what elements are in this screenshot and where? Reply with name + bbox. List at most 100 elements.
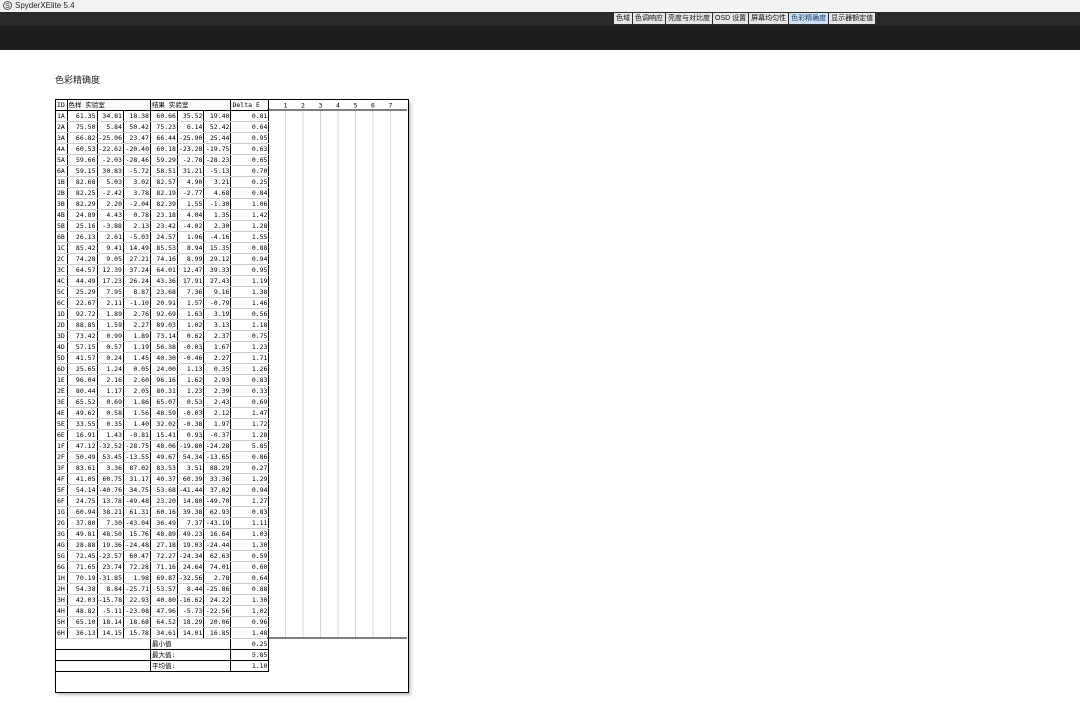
table-row: 2B 82.25 -2.42 3.78 82.19 -2.77 4.68 0.84 (56, 187, 270, 199)
result-lab-cell: -28.23 (203, 154, 232, 166)
result-lab-cell: 24.57 (150, 231, 178, 243)
reference-lab-cell: 53.45 (97, 451, 124, 463)
patch-id-cell: 5F (56, 484, 68, 496)
reference-lab-cell: -2.42 (97, 187, 124, 199)
summary-spacer (56, 649, 151, 661)
patch-id-cell: 2H (56, 583, 68, 595)
reference-lab-cell: 57.15 (67, 341, 98, 353)
table-row: 4B 24.89 4.43 0.78 23.18 4.04 1.35 1.42 (56, 209, 270, 221)
summary-value: 5.85 (230, 649, 270, 661)
result-lab-cell: -22.56 (203, 605, 232, 617)
x-tick-label: 4 (336, 102, 340, 110)
reference-lab-cell: 3.02 (123, 176, 151, 188)
result-lab-cell: 0.62 (177, 330, 205, 342)
reference-lab-cell: 33.55 (67, 418, 98, 430)
result-lab-cell: 60.16 (150, 506, 178, 518)
reference-lab-cell: 96.04 (67, 374, 98, 386)
table-row: 2H 54.38 8.84 -25.71 53.57 8.44 -25.86 0.88 (56, 583, 270, 595)
result-lab-cell: 27.43 (203, 275, 232, 287)
tab-gamut[interactable]: 色域 (614, 13, 632, 24)
reference-lab-cell: 1.59 (97, 319, 124, 331)
reference-lab-cell: 1.19 (123, 341, 151, 353)
reference-lab-cell: 2.05 (123, 385, 151, 397)
result-lab-cell: -1.30 (203, 198, 232, 210)
reference-lab-cell: 2.61 (97, 231, 124, 243)
result-lab-cell: 62.93 (203, 506, 232, 518)
reference-lab-cell: 5.84 (97, 121, 124, 133)
reference-lab-cell: 23.47 (123, 132, 151, 144)
reference-lab-cell: 18.38 (123, 110, 151, 122)
result-lab-cell: 14.01 (177, 627, 205, 639)
tab-display-rating[interactable]: 显示器额定值 (829, 13, 876, 24)
result-lab-cell: 24.22 (203, 594, 232, 606)
reference-lab-cell: 0.05 (123, 363, 151, 375)
result-lab-cell: 2.93 (203, 374, 232, 386)
reference-lab-cell: 0.24 (97, 352, 124, 364)
table-row: 5G 72.45 -23.57 60.47 72.27 -24.34 62.63 0.59 (56, 550, 270, 562)
table-row: 1C 85.42 9.41 14.49 85.53 8.94 15.35 0.88 (56, 242, 270, 254)
table-row: 5D 41.57 0.24 1.45 40.30 -0.46 2.27 1.71 (56, 352, 270, 364)
tab-color-accuracy[interactable]: 色彩精确度 (789, 13, 829, 24)
reference-lab-cell: 65.10 (67, 616, 98, 628)
patch-id-cell: 3G (56, 528, 68, 540)
reference-lab-cell: 1.17 (97, 385, 124, 397)
table-row: 4E 49.62 0.58 1.56 48.59 -0.03 2.12 1.47 (56, 407, 270, 419)
patch-id-cell: 6H (56, 627, 68, 639)
reference-lab-cell: 18.14 (97, 616, 124, 628)
reference-lab-cell: 38.21 (97, 506, 124, 518)
result-lab-cell: 2.30 (203, 220, 232, 232)
result-lab-cell: 32.02 (150, 418, 178, 430)
delta-e-cell: 1.47 (230, 407, 270, 419)
delta-e-cell: 0.94 (230, 484, 270, 496)
patch-id-cell: 6G (56, 561, 68, 573)
delta-e-cell: 1.42 (230, 209, 270, 221)
delta-e-cell: 1.30 (230, 594, 270, 606)
reference-lab-cell: 27.21 (123, 253, 151, 265)
result-lab-cell: 20.06 (203, 616, 232, 628)
result-lab-cell: 65.07 (150, 396, 178, 408)
patch-id-cell: 4C (56, 275, 68, 287)
result-lab-cell: 62.63 (203, 550, 232, 562)
patch-id-cell: 5A (56, 154, 68, 166)
result-lab-cell: 49.67 (150, 451, 178, 463)
reference-lab-cell: 44.49 (67, 275, 98, 287)
reference-lab-cell: 50.49 (67, 451, 98, 463)
delta-e-cell: 1.28 (230, 220, 270, 232)
reference-lab-cell: 24.75 (67, 495, 98, 507)
table-row: 1A 61.35 34.81 18.38 60.66 35.52 19.40 0.81 (56, 110, 270, 122)
reference-lab-cell: 1.89 (123, 330, 151, 342)
reference-lab-cell: -5.72 (123, 165, 151, 177)
patch-id-cell: 5H (56, 616, 68, 628)
reference-lab-cell: 2.11 (97, 297, 124, 309)
result-lab-cell: 1.35 (203, 209, 232, 221)
x-tick-label: 7 (389, 102, 393, 110)
reference-lab-cell: 70.19 (67, 572, 98, 584)
result-lab-cell: 59.29 (150, 154, 178, 166)
patch-id-cell: 4G (56, 539, 68, 551)
patch-id-cell: 2D (56, 319, 68, 331)
tab-uniformity[interactable]: 屏幕均匀性 (749, 13, 789, 24)
result-lab-cell: 2.37 (203, 330, 232, 342)
result-lab-cell: 12.47 (177, 264, 205, 276)
patch-id-cell: 3A (56, 132, 68, 144)
reference-lab-cell: 54.14 (67, 484, 98, 496)
reference-lab-cell: 75.50 (67, 121, 98, 133)
delta-e-cell: 0.27 (230, 462, 270, 474)
tab-brightness-contrast[interactable]: 亮度与对比度 (666, 13, 712, 24)
delta-e-cell: 1.23 (230, 341, 270, 353)
tab-tone-response[interactable]: 色调响应 (633, 13, 665, 24)
result-lab-cell: 1.55 (177, 198, 205, 210)
result-lab-cell: -49.70 (203, 495, 232, 507)
result-lab-cell: 74.16 (150, 253, 178, 265)
result-lab-cell: 49.23 (177, 528, 205, 540)
result-lab-cell: -24.28 (203, 440, 232, 452)
spyder-logo-icon: S (3, 1, 12, 10)
patch-id-cell: 2G (56, 517, 68, 529)
tab-osd-settings[interactable]: OSD 设置 (713, 13, 749, 24)
delta-e-cell: 0.60 (230, 561, 270, 573)
patch-id-cell: 1B (56, 176, 68, 188)
summary-label: 最小值 (150, 638, 232, 650)
delta-e-cell: 0.25 (230, 176, 270, 188)
reference-lab-cell: -25.06 (97, 132, 124, 144)
result-lab-cell: 7.36 (177, 286, 205, 298)
